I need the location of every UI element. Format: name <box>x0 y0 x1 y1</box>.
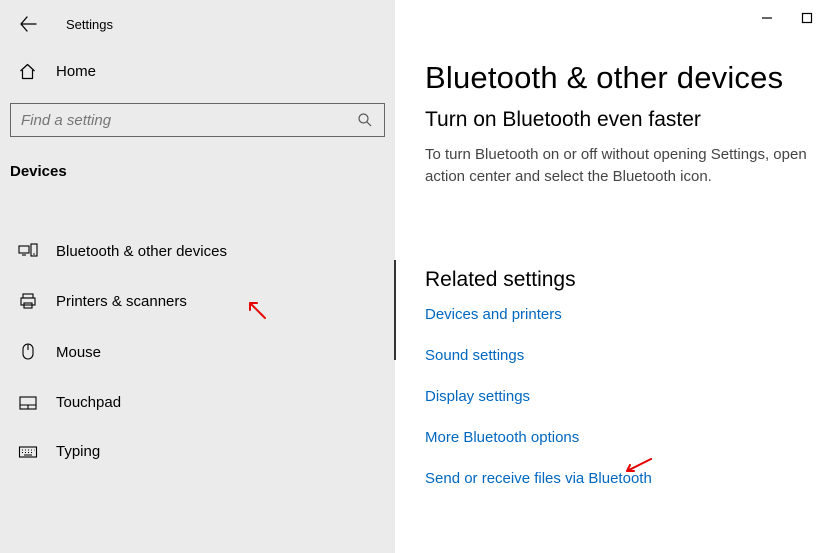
devices-icon <box>18 242 38 260</box>
home-label: Home <box>56 63 96 80</box>
header-row: Settings <box>0 0 395 48</box>
nav-item-touchpad[interactable]: Touchpad <box>0 378 395 427</box>
mouse-icon <box>18 342 38 362</box>
nav-item-typing[interactable]: Typing <box>0 427 395 476</box>
maximize-button[interactable] <box>801 12 813 24</box>
link-send-receive-bluetooth[interactable]: Send or receive files via Bluetooth <box>425 470 837 487</box>
nav-list: Bluetooth & other devices Printers & sca… <box>0 226 395 476</box>
nav-home[interactable]: Home <box>0 48 395 95</box>
nav-item-label: Bluetooth & other devices <box>56 243 227 260</box>
window-controls <box>761 12 837 24</box>
nav-item-mouse[interactable]: Mouse <box>0 326 395 378</box>
back-button[interactable] <box>18 14 38 34</box>
related-links: Devices and printers Sound settings Disp… <box>425 306 837 487</box>
search-icon[interactable] <box>356 112 374 128</box>
link-devices-printers[interactable]: Devices and printers <box>425 306 837 323</box>
help-text: To turn Bluetooth on or off without open… <box>425 144 837 188</box>
keyboard-icon <box>18 445 38 459</box>
minimize-icon <box>761 12 773 24</box>
link-display-settings[interactable]: Display settings <box>425 388 837 405</box>
nav-item-label: Printers & scanners <box>56 293 187 310</box>
nav-item-label: Mouse <box>56 344 101 361</box>
minimize-button[interactable] <box>761 12 773 24</box>
nav-item-printers[interactable]: Printers & scanners <box>0 276 395 326</box>
sidebar: Settings Home Devices Bluetooth & other … <box>0 0 395 553</box>
nav-item-label: Touchpad <box>56 394 121 411</box>
home-icon <box>18 62 38 81</box>
link-more-bluetooth[interactable]: More Bluetooth options <box>425 429 837 446</box>
back-arrow-icon <box>19 15 37 33</box>
related-heading: Related settings <box>425 268 837 292</box>
nav-item-label: Typing <box>56 443 100 460</box>
printer-icon <box>18 292 38 310</box>
app-title: Settings <box>66 17 113 32</box>
subheading: Turn on Bluetooth even faster <box>425 108 837 132</box>
main-content: Bluetooth & other devices Turn on Blueto… <box>395 0 837 553</box>
search-box[interactable] <box>10 103 385 137</box>
link-sound-settings[interactable]: Sound settings <box>425 347 837 364</box>
page-title: Bluetooth & other devices <box>425 60 837 96</box>
nav-item-bluetooth[interactable]: Bluetooth & other devices <box>0 226 395 276</box>
touchpad-icon <box>18 395 38 411</box>
section-heading-devices: Devices <box>0 137 395 198</box>
search-input[interactable] <box>21 104 356 136</box>
maximize-icon <box>801 12 813 24</box>
